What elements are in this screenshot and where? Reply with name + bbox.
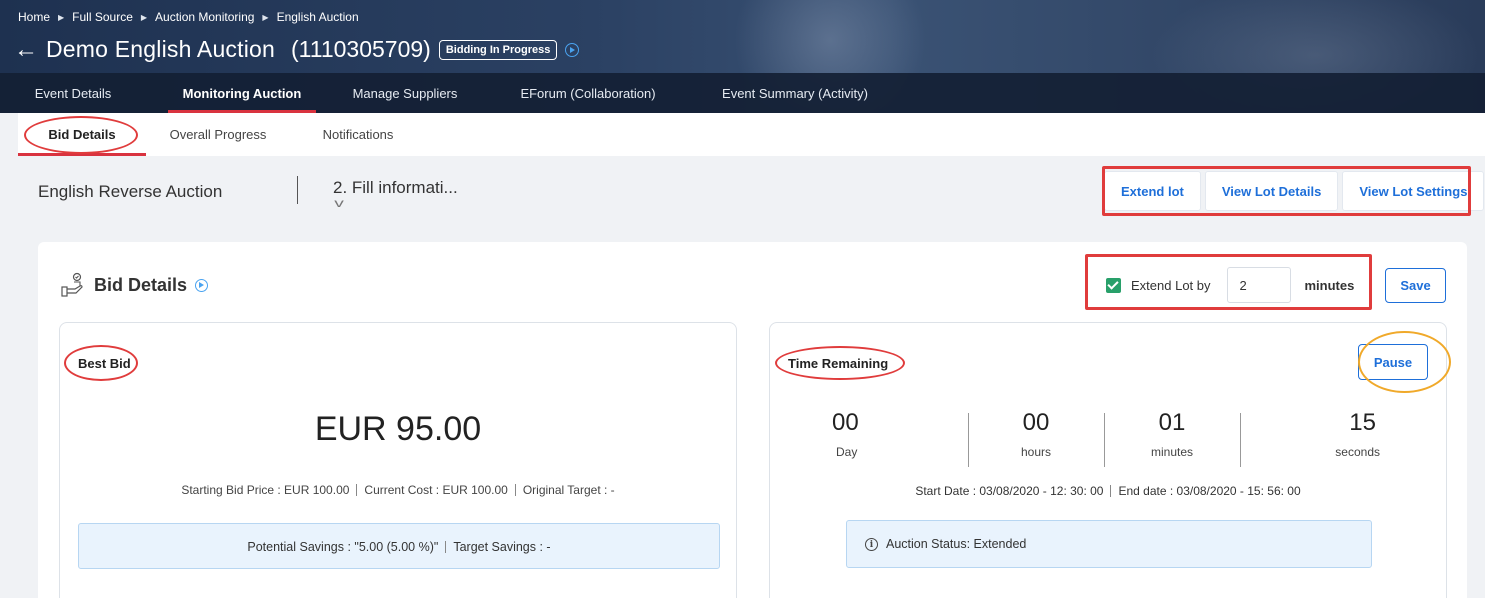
page-title: Demo English Auction — [46, 36, 276, 62]
timer-seconds-label: seconds — [1335, 445, 1380, 459]
savings-info-box: Potential Savings : "5.00 (5.00 %)" Targe… — [78, 523, 720, 569]
tab-manage-suppliers[interactable]: Manage Suppliers — [334, 73, 476, 113]
end-date: End date : 03/08/2020 - 15: 56: 00 — [1118, 484, 1301, 498]
timer-hours-label: hours — [1020, 445, 1052, 459]
start-date: Start Date : 03/08/2020 - 12: 30: 00 — [915, 484, 1104, 498]
info-icon: i — [865, 537, 878, 551]
best-bid-panel: Best Bid EUR 95.00 Starting Bid Price : … — [59, 322, 737, 598]
tab-monitoring-auction[interactable]: Monitoring Auction — [168, 73, 316, 113]
tab-event-details[interactable]: Event Details — [0, 73, 146, 113]
sub-tab-bar: Bid Details Overall Progress Notificatio… — [18, 113, 1485, 156]
annotation-oval-pause — [1358, 331, 1451, 393]
breadcrumb-home[interactable]: Home — [18, 10, 50, 24]
back-arrow-icon[interactable]: ← — [14, 37, 38, 62]
page-header: Home ▶ Full Source ▶ Auction Monitoring … — [0, 0, 1485, 113]
potential-savings: Potential Savings : "5.00 (5.00 %)" — [247, 540, 439, 554]
annotation-box-lot-actions — [1102, 166, 1471, 216]
auction-status-box: i Auction Status: Extended — [846, 520, 1372, 568]
breadcrumb-auction-monitoring[interactable]: Auction Monitoring — [155, 10, 254, 24]
page-title-row: ← Demo English Auction (1110305709) Bidd… — [14, 36, 580, 63]
chevron-down-icon[interactable]: v — [334, 196, 344, 210]
annotation-oval-best-bid — [64, 345, 138, 381]
breadcrumb-full-source[interactable]: Full Source — [72, 10, 133, 24]
meta-divider — [514, 484, 516, 496]
timer-seconds: 15 seconds — [1240, 409, 1448, 471]
bid-details-header: Bid Details — [60, 272, 209, 298]
current-cost: Current Cost : EUR 100.00 — [364, 483, 508, 497]
timer-minutes: 01 minutes — [1104, 409, 1240, 471]
breadcrumb-english-auction: English Auction — [276, 10, 359, 24]
annotation-oval-bid-details — [24, 116, 138, 154]
bid-details-title: Bid Details — [94, 274, 188, 295]
meta-divider — [1110, 485, 1112, 497]
event-id: (1110305709) — [291, 36, 431, 62]
meta-divider — [356, 484, 358, 496]
tab-eforum[interactable]: EForum (Collaboration) — [498, 73, 678, 113]
step-selector[interactable]: 2. Fill informati... — [333, 178, 458, 198]
tab-event-summary[interactable]: Event Summary (Activity) — [700, 73, 890, 113]
timer-days: 00 Day — [770, 409, 968, 471]
breadcrumb: Home ▶ Full Source ▶ Auction Monitoring … — [18, 10, 359, 24]
starting-bid-price: Starting Bid Price : EUR 100.00 — [181, 483, 350, 497]
meta-divider — [445, 541, 447, 553]
timer-minutes-value: 01 — [1158, 409, 1186, 436]
timer-hours-value: 00 — [1022, 409, 1050, 436]
play-info-icon[interactable] — [565, 42, 580, 57]
best-bid-price: EUR 95.00 — [314, 410, 482, 448]
breadcrumb-separator-icon: ▶ — [262, 12, 269, 22]
save-button[interactable]: Save — [1385, 268, 1446, 303]
breadcrumb-separator-icon: ▶ — [140, 12, 148, 22]
subtab-notifications[interactable]: Notifications — [306, 113, 410, 156]
timer-hours: 00 hours — [968, 409, 1104, 471]
annotation-box-extend-lot — [1085, 254, 1372, 310]
price-summary: Starting Bid Price : EUR 100.00 Current C… — [60, 483, 736, 497]
timer-seconds-value: 15 — [1349, 409, 1376, 436]
context-divider — [297, 176, 298, 204]
play-info-icon[interactable] — [195, 278, 209, 292]
breadcrumb-separator-icon: ▶ — [58, 12, 65, 22]
bid-hand-icon — [61, 272, 83, 297]
main-tab-bar: Event Details Monitoring Auction Manage … — [0, 73, 1485, 113]
timer-days-label: Day — [836, 445, 858, 459]
auction-status-text: Auction Status: Extended — [886, 537, 1027, 551]
original-target: Original Target : - — [522, 483, 615, 497]
subtab-overall-progress[interactable]: Overall Progress — [160, 113, 276, 156]
countdown-timer: 00 Day 00 hours 01 minutes 15 seconds — [770, 409, 1448, 471]
target-savings: Target Savings : - — [453, 540, 551, 554]
status-badge: Bidding In Progress — [438, 39, 558, 60]
auction-type-label: English Reverse Auction — [38, 182, 223, 201]
timer-minutes-label: minutes — [1150, 445, 1194, 459]
auction-dates: Start Date : 03/08/2020 - 12: 30: 00 End … — [770, 484, 1446, 498]
annotation-oval-time-remaining — [775, 346, 905, 380]
timer-days-value: 00 — [832, 409, 859, 436]
